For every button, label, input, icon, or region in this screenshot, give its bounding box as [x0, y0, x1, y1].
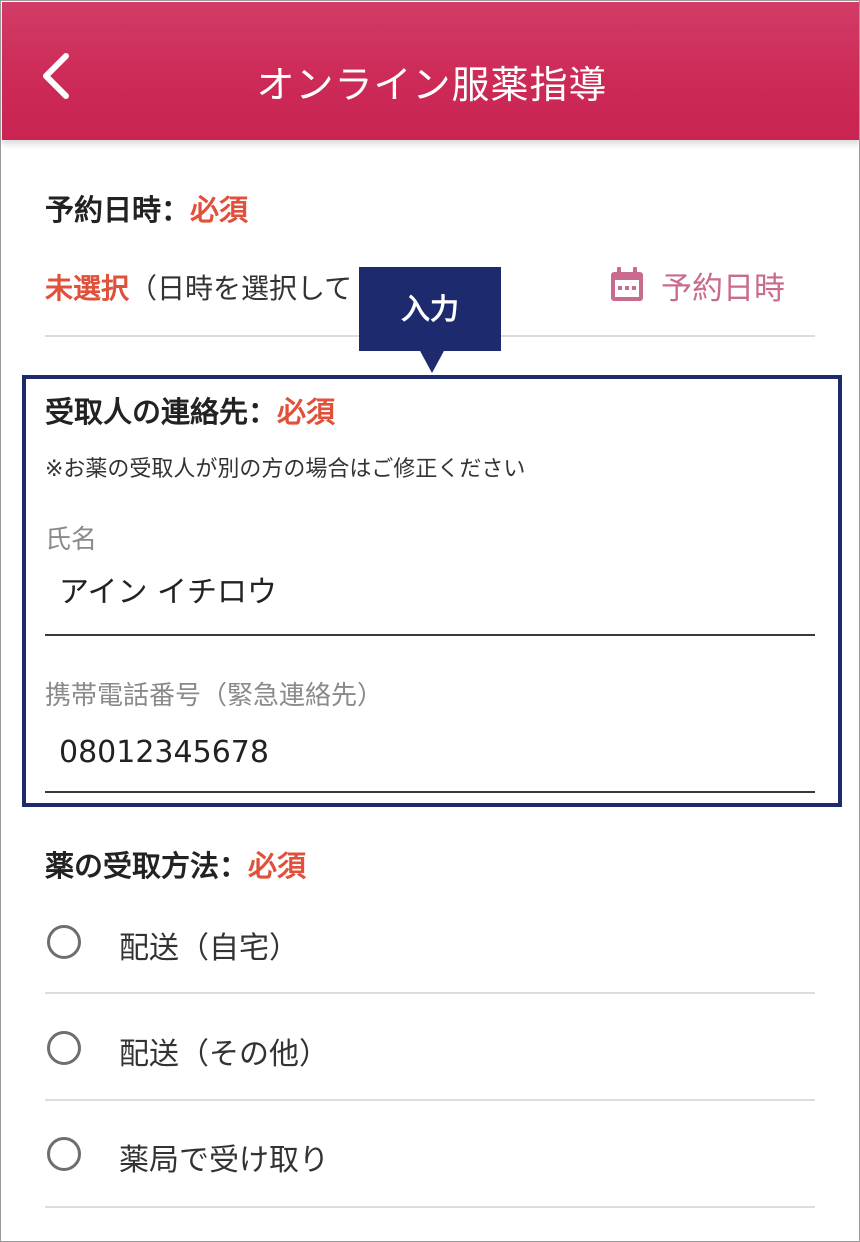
- screen-frame: オンライン服薬指導 予約日時：必須 未選択（日時を選択して 予約日時 受取人の連…: [0, 0, 860, 1242]
- annotation-tag: 入力: [359, 267, 501, 351]
- annotation-highlight-box: [22, 375, 842, 807]
- radio-button[interactable]: [47, 1137, 81, 1171]
- reservation-status: 未選択: [45, 272, 130, 305]
- radio-button[interactable]: [47, 925, 81, 959]
- divider: [45, 1099, 815, 1101]
- radio-option-other-delivery[interactable]: 配送（その他）: [45, 1023, 815, 1083]
- reservation-hint: （日時を選択して: [129, 272, 353, 305]
- divider: [45, 1206, 815, 1208]
- radio-option-home-delivery[interactable]: 配送（自宅）: [45, 917, 815, 977]
- radio-label: 薬局で受け取り: [119, 1143, 329, 1178]
- required-badge: 必須: [248, 849, 307, 883]
- reservation-section-title: 予約日時：必須: [45, 187, 248, 229]
- datepicker-button[interactable]: 予約日時: [607, 263, 785, 307]
- radio-option-pharmacy-pickup[interactable]: 薬局で受け取り: [45, 1129, 815, 1189]
- page-title: オンライン服薬指導: [256, 63, 608, 107]
- annotation-arrow: [419, 349, 445, 373]
- reservation-label: 予約日時：: [45, 193, 191, 227]
- receipt-section-title: 薬の受取方法：必須: [45, 843, 306, 885]
- radio-button[interactable]: [47, 1031, 81, 1065]
- calendar-icon: [611, 267, 643, 301]
- datepicker-label: 予約日時: [661, 271, 785, 307]
- radio-label: 配送（その他）: [119, 1037, 329, 1072]
- radio-label: 配送（自宅）: [119, 931, 299, 966]
- app-header: オンライン服薬指導: [2, 2, 859, 140]
- divider: [45, 992, 815, 994]
- required-badge: 必須: [190, 193, 249, 227]
- receipt-label: 薬の受取方法：: [45, 849, 249, 883]
